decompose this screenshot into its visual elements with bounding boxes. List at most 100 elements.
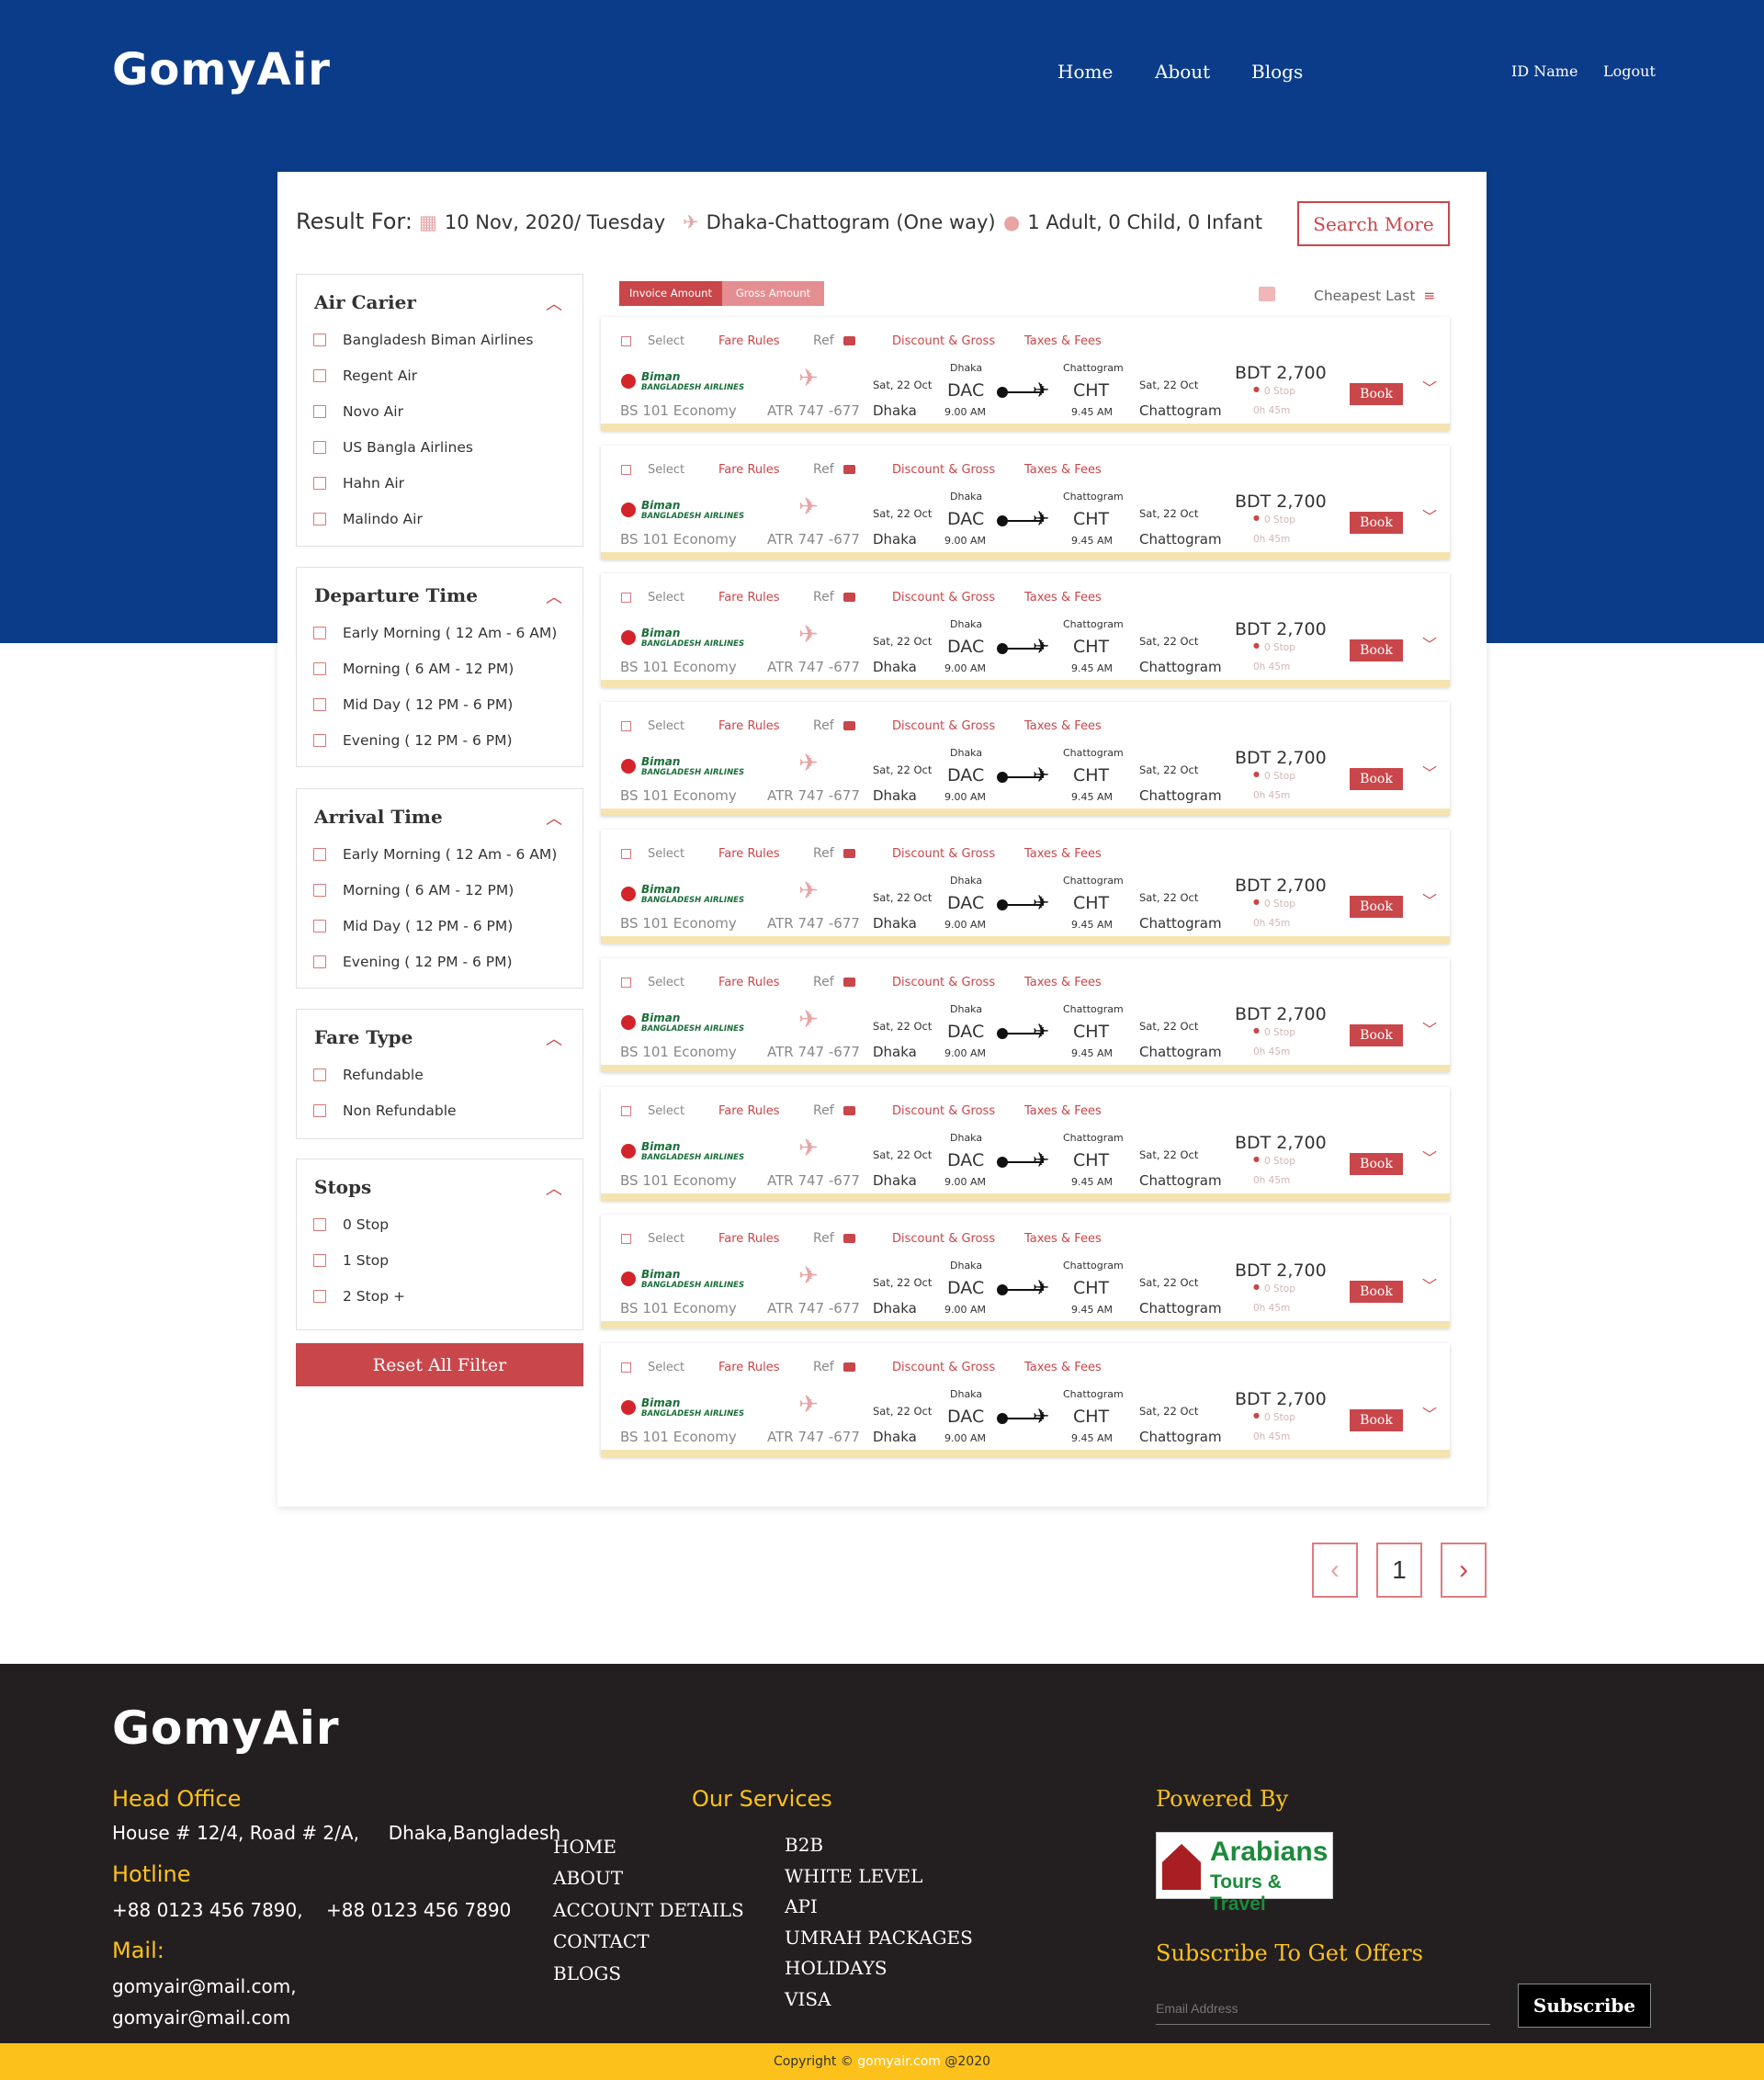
- taxes-fees-link[interactable]: Taxes & Fees: [1024, 1361, 1102, 1374]
- select-checkbox[interactable]: [621, 1362, 631, 1373]
- discount-gross-link[interactable]: Discount & Gross: [892, 334, 995, 348]
- mail-1[interactable]: gomyair@mail.com,: [112, 1975, 297, 1997]
- ref-label[interactable]: Ref: [813, 1103, 834, 1118]
- checkbox[interactable]: [313, 884, 326, 897]
- next-page-button[interactable]: ›: [1441, 1543, 1487, 1598]
- taxes-fees-link[interactable]: Taxes & Fees: [1024, 719, 1102, 733]
- chevron-down-icon[interactable]: ﹀: [1422, 1402, 1437, 1424]
- discount-gross-link[interactable]: Discount & Gross: [892, 847, 995, 861]
- footer-link[interactable]: ACCOUNT DETAILS: [553, 1899, 744, 1921]
- taxes-fees-link[interactable]: Taxes & Fees: [1024, 847, 1102, 861]
- prev-page-button[interactable]: ‹: [1312, 1543, 1358, 1598]
- nav-blogs[interactable]: Blogs: [1251, 61, 1303, 83]
- checkbox[interactable]: [313, 405, 326, 418]
- filter-option[interactable]: Novo Air: [313, 403, 403, 420]
- book-button[interactable]: Book: [1350, 1409, 1403, 1431]
- select-checkbox[interactable]: [621, 1234, 631, 1244]
- mail-2[interactable]: gomyair@mail.com: [112, 2007, 290, 2029]
- book-button[interactable]: Book: [1350, 1024, 1403, 1046]
- book-button[interactable]: Book: [1350, 1153, 1403, 1175]
- book-button[interactable]: Book: [1350, 383, 1403, 405]
- ref-label[interactable]: Ref: [813, 1360, 834, 1374]
- select-checkbox[interactable]: [621, 1106, 631, 1116]
- fare-rules-link[interactable]: Fare Rules: [718, 334, 780, 348]
- select-checkbox[interactable]: [621, 465, 631, 475]
- book-button[interactable]: Book: [1350, 1281, 1403, 1303]
- select-checkbox[interactable]: [621, 593, 631, 603]
- taxes-fees-link[interactable]: Taxes & Fees: [1024, 334, 1102, 348]
- filter-option[interactable]: Non Refundable: [313, 1102, 457, 1119]
- fare-rules-link[interactable]: Fare Rules: [718, 463, 780, 477]
- chevron-down-icon[interactable]: ﹀: [1422, 1273, 1437, 1295]
- checkbox[interactable]: [313, 920, 326, 933]
- filter-option[interactable]: Early Morning ( 12 Am - 6 AM): [313, 625, 557, 641]
- email-address-input[interactable]: [1156, 1992, 1490, 2025]
- checkbox[interactable]: [313, 513, 326, 526]
- copyright-site[interactable]: gomyair.com: [857, 2054, 941, 2069]
- book-button[interactable]: Book: [1350, 768, 1403, 790]
- filter-option[interactable]: 1 Stop: [313, 1252, 389, 1269]
- nav-home[interactable]: Home: [1057, 61, 1113, 83]
- taxes-fees-link[interactable]: Taxes & Fees: [1024, 976, 1102, 989]
- checkbox[interactable]: [313, 698, 326, 711]
- discount-gross-link[interactable]: Discount & Gross: [892, 1104, 995, 1118]
- checkbox[interactable]: [313, 627, 326, 639]
- book-button[interactable]: Book: [1350, 639, 1403, 661]
- chevron-up-icon[interactable]: ︿: [546, 291, 562, 315]
- fare-rules-link[interactable]: Fare Rules: [718, 591, 780, 605]
- chevron-down-icon[interactable]: ﹀: [1422, 761, 1437, 783]
- chevron-down-icon[interactable]: ﹀: [1422, 1146, 1437, 1168]
- discount-gross-link[interactable]: Discount & Gross: [892, 976, 995, 989]
- reset-filter-button[interactable]: Reset All Filter: [296, 1343, 583, 1386]
- taxes-fees-link[interactable]: Taxes & Fees: [1024, 1232, 1102, 1246]
- select-checkbox[interactable]: [621, 336, 631, 346]
- book-button[interactable]: Book: [1350, 896, 1403, 918]
- checkbox[interactable]: [313, 1068, 326, 1081]
- select-checkbox[interactable]: [621, 849, 631, 859]
- footer-link[interactable]: ABOUT: [553, 1867, 623, 1889]
- search-more-button[interactable]: Search More: [1297, 201, 1450, 246]
- fare-rules-link[interactable]: Fare Rules: [718, 719, 780, 733]
- chevron-down-icon[interactable]: ﹀: [1422, 888, 1437, 910]
- filter-option[interactable]: Malindo Air: [313, 511, 423, 527]
- footer-link[interactable]: UMRAH PACKAGES: [785, 1927, 973, 1949]
- discount-gross-link[interactable]: Discount & Gross: [892, 719, 995, 733]
- chevron-down-icon[interactable]: ﹀: [1422, 504, 1437, 526]
- fare-rules-link[interactable]: Fare Rules: [718, 1232, 780, 1246]
- checkbox[interactable]: [313, 1218, 326, 1231]
- filter-option[interactable]: Hahn Air: [313, 475, 404, 492]
- invoice-amount-tab[interactable]: Invoice Amount: [619, 281, 722, 306]
- footer-link[interactable]: WHITE LEVEL: [785, 1865, 922, 1887]
- fare-rules-link[interactable]: Fare Rules: [718, 847, 780, 861]
- chevron-up-icon[interactable]: ︿: [546, 1026, 562, 1050]
- footer-link[interactable]: API: [785, 1895, 818, 1917]
- select-checkbox[interactable]: [621, 721, 631, 731]
- filter-option[interactable]: Early Morning ( 12 Am - 6 AM): [313, 846, 557, 863]
- checkbox[interactable]: [313, 441, 326, 454]
- filter-option[interactable]: Refundable: [313, 1067, 424, 1083]
- print-icon[interactable]: [1259, 287, 1275, 301]
- chevron-up-icon[interactable]: ︿: [546, 584, 562, 608]
- subscribe-button[interactable]: Subscribe: [1518, 1984, 1651, 2028]
- discount-gross-link[interactable]: Discount & Gross: [892, 463, 995, 477]
- filter-option[interactable]: Morning ( 6 AM - 12 PM): [313, 882, 514, 899]
- filter-option[interactable]: Evening ( 12 PM - 6 PM): [313, 732, 513, 749]
- fare-rules-link[interactable]: Fare Rules: [718, 976, 780, 989]
- book-button[interactable]: Book: [1350, 512, 1403, 534]
- checkbox[interactable]: [313, 1290, 326, 1303]
- checkbox[interactable]: [313, 662, 326, 675]
- footer-link[interactable]: CONTACT: [553, 1930, 650, 1952]
- filter-option[interactable]: Mid Day ( 12 PM - 6 PM): [313, 696, 513, 713]
- footer-link[interactable]: HOME: [553, 1836, 616, 1858]
- footer-logo[interactable]: GomyAir: [112, 1701, 340, 1755]
- taxes-fees-link[interactable]: Taxes & Fees: [1024, 463, 1102, 477]
- checkbox[interactable]: [313, 1254, 326, 1267]
- footer-link[interactable]: VISA: [785, 1988, 831, 2010]
- filter-option[interactable]: Morning ( 6 AM - 12 PM): [313, 661, 514, 677]
- page-1-button[interactable]: 1: [1376, 1543, 1422, 1598]
- discount-gross-link[interactable]: Discount & Gross: [892, 1232, 995, 1246]
- chevron-down-icon[interactable]: ﹀: [1422, 376, 1437, 398]
- checkbox[interactable]: [313, 333, 326, 346]
- nav-about[interactable]: About: [1155, 61, 1210, 83]
- discount-gross-link[interactable]: Discount & Gross: [892, 591, 995, 605]
